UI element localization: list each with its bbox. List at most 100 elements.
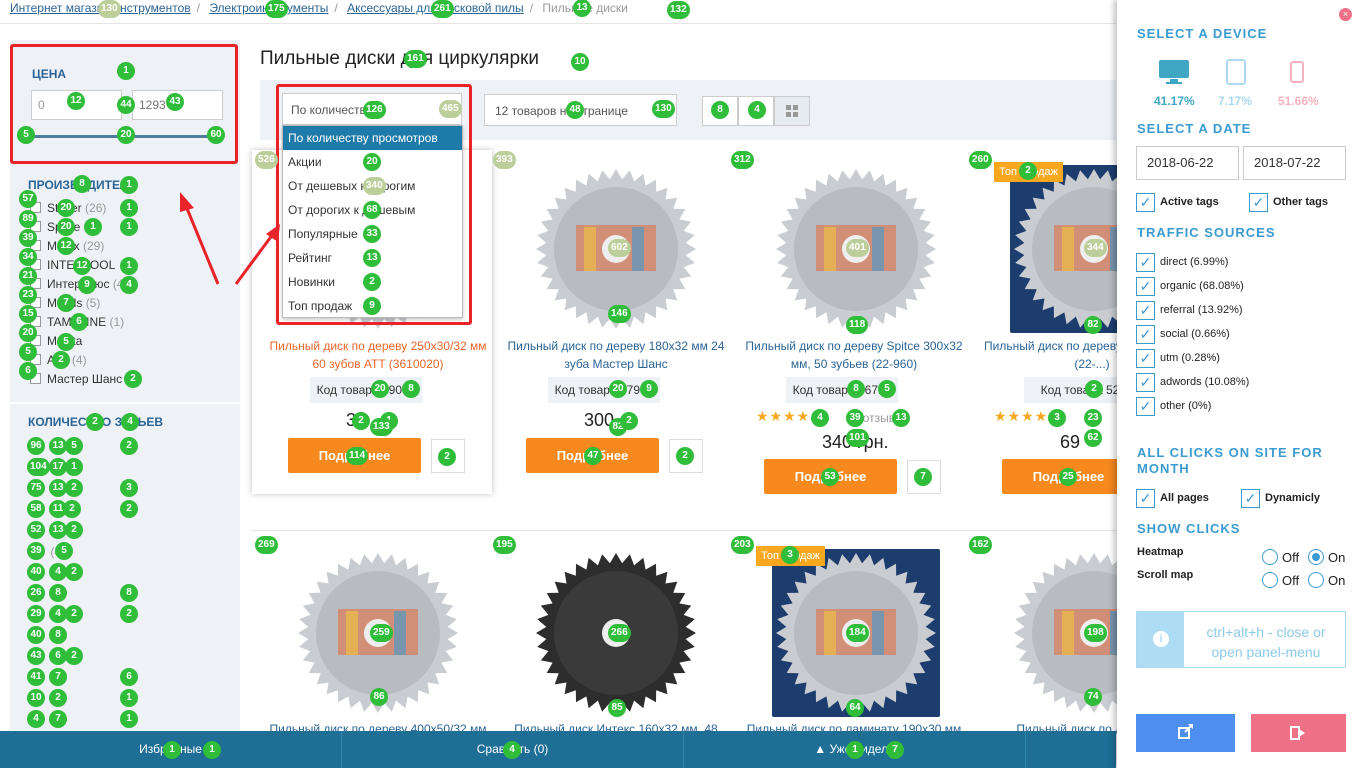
- heatmap-off-label: Off: [1282, 550, 1300, 565]
- click-count-badge: 48: [566, 101, 584, 119]
- click-count-badge: 89: [19, 210, 37, 228]
- click-count-badge: 33: [363, 225, 381, 243]
- click-count-badge: 5: [19, 343, 37, 361]
- click-count-badge: 5: [65, 437, 83, 455]
- click-count-badge: 13: [363, 249, 381, 267]
- traffic-source-checkbox[interactable]: ✓: [1136, 253, 1155, 272]
- click-count-badge: 1: [846, 741, 864, 759]
- date-to-input[interactable]: 2018-07-22: [1243, 146, 1346, 180]
- traffic-source-checkbox[interactable]: ✓: [1136, 373, 1155, 392]
- click-count-badge: 2: [676, 447, 694, 465]
- click-count-badge: 2: [65, 563, 83, 581]
- click-count-badge: 20: [609, 380, 627, 398]
- traffic-source-checkbox[interactable]: ✓: [1136, 277, 1155, 296]
- product-name-link[interactable]: Пильный диск по дереву 250x30/32 мм 60 з…: [264, 337, 492, 373]
- click-count-badge: 2: [1085, 380, 1103, 398]
- click-count-badge: 20: [57, 199, 75, 217]
- other-tags-checkbox[interactable]: ✓: [1249, 193, 1268, 212]
- shortcut-hint: i ctrl+alt+h - close or open panel-menu: [1136, 611, 1346, 668]
- click-count-badge: 12: [57, 237, 75, 255]
- scroll-map-on-label: On: [1328, 573, 1346, 588]
- close-icon[interactable]: ×: [1339, 8, 1352, 21]
- click-count-badge: 57: [19, 190, 37, 208]
- click-count-badge: 40: [27, 563, 45, 581]
- click-count-badge: 2: [52, 351, 70, 369]
- click-count-badge: 20: [363, 153, 381, 171]
- brand-name: Мастер Шанс: [47, 372, 123, 386]
- click-count-badge: 340: [363, 177, 386, 195]
- traffic-source-checkbox[interactable]: ✓: [1136, 301, 1155, 320]
- click-count-badge: 10: [27, 689, 45, 707]
- click-count-badge: 1: [120, 199, 138, 217]
- click-count-badge: 1: [120, 689, 138, 707]
- scroll-map-label: Scroll map: [1137, 569, 1194, 581]
- traffic-source-checkbox[interactable]: ✓: [1136, 397, 1155, 416]
- all-pages-checkbox[interactable]: ✓: [1136, 489, 1155, 508]
- open-external-button[interactable]: [1136, 714, 1235, 752]
- click-count-badge: 3: [1048, 409, 1066, 427]
- click-count-badge: 7: [49, 710, 67, 728]
- click-count-badge: 161: [404, 50, 427, 68]
- click-count-badge: 20: [371, 380, 389, 398]
- analytics-panel: × SELECT A DEVICE 41.17% 7.17% 51.66% SE…: [1117, 0, 1366, 768]
- click-count-badge: 2: [120, 437, 138, 455]
- heatmap-off-radio[interactable]: [1262, 549, 1278, 565]
- click-count-badge: 2: [620, 412, 638, 430]
- click-count-badge: 12: [67, 92, 85, 110]
- annotation-arrows: [180, 192, 280, 285]
- click-count-badge: 1: [120, 710, 138, 728]
- click-count-badge: 6: [120, 668, 138, 686]
- click-count-badge: 2: [1019, 162, 1037, 180]
- click-count-badge: 130: [652, 100, 675, 118]
- external-link-icon: [1178, 724, 1193, 739]
- traffic-source-label: adwords (10.08%): [1160, 376, 1250, 388]
- click-count-badge: 7: [914, 468, 932, 486]
- click-count-badge: 465: [439, 100, 462, 118]
- click-count-badge: 2: [120, 605, 138, 623]
- click-count-badge: 312: [731, 151, 754, 169]
- click-count-badge: 133: [370, 418, 393, 436]
- sign-out-icon: [1290, 726, 1305, 740]
- active-tags-checkbox[interactable]: ✓: [1136, 193, 1155, 212]
- click-count-badge: 23: [1084, 409, 1102, 427]
- click-count-badge: 344: [1084, 239, 1107, 257]
- mobile-icon[interactable]: [1289, 60, 1305, 84]
- click-count-badge: 58: [27, 500, 45, 518]
- click-count-badge: 39: [846, 409, 864, 427]
- product-name-link[interactable]: Пильный диск по дереву 180х32 мм 24 зуба…: [502, 337, 730, 373]
- click-count-badge: 184: [846, 624, 869, 642]
- click-count-badge: 1: [120, 218, 138, 236]
- traffic-source-checkbox[interactable]: ✓: [1136, 325, 1155, 344]
- brand-filter-item[interactable]: Мастер Шанс: [30, 372, 122, 386]
- tablet-icon[interactable]: [1225, 58, 1247, 86]
- click-count-badge: 260: [969, 151, 992, 169]
- scroll-map-on-radio[interactable]: [1308, 572, 1324, 588]
- traffic-source-label: organic (68.08%): [1160, 280, 1244, 292]
- click-count-badge: 44: [117, 96, 135, 114]
- brand-count: (26): [85, 201, 107, 215]
- product-name-link[interactable]: Пильный диск по дереву Spitce 300x32 мм,…: [740, 337, 968, 373]
- click-count-badge: 10: [571, 53, 589, 71]
- click-count-badge: 130: [98, 0, 121, 18]
- click-count-badge: 7: [49, 668, 67, 686]
- exit-button[interactable]: [1251, 714, 1346, 752]
- view-grid-button[interactable]: [774, 96, 810, 126]
- desktop-icon[interactable]: [1158, 58, 1190, 86]
- click-count-badge: 43: [27, 647, 45, 665]
- grid-view-icon: [786, 105, 798, 117]
- all-clicks-title: ALL CLICKS ON SITE FOR MONTH: [1137, 445, 1323, 476]
- click-count-badge: 21: [19, 267, 37, 285]
- click-count-badge: 1: [65, 458, 83, 476]
- click-count-badge: 12: [73, 257, 91, 275]
- dynamicly-checkbox[interactable]: ✓: [1241, 489, 1260, 508]
- click-count-badge: 2: [49, 689, 67, 707]
- click-count-badge: 269: [255, 536, 278, 554]
- scroll-map-off-radio[interactable]: [1262, 572, 1278, 588]
- click-count-badge: 114: [346, 447, 369, 465]
- select-date-title: SELECT A DATE: [1137, 121, 1252, 136]
- date-from-input[interactable]: 2018-06-22: [1136, 146, 1239, 180]
- traffic-source-checkbox[interactable]: ✓: [1136, 349, 1155, 368]
- click-count-badge: 8: [49, 626, 67, 644]
- click-count-badge: 132: [667, 1, 690, 19]
- heatmap-on-radio[interactable]: [1308, 549, 1324, 565]
